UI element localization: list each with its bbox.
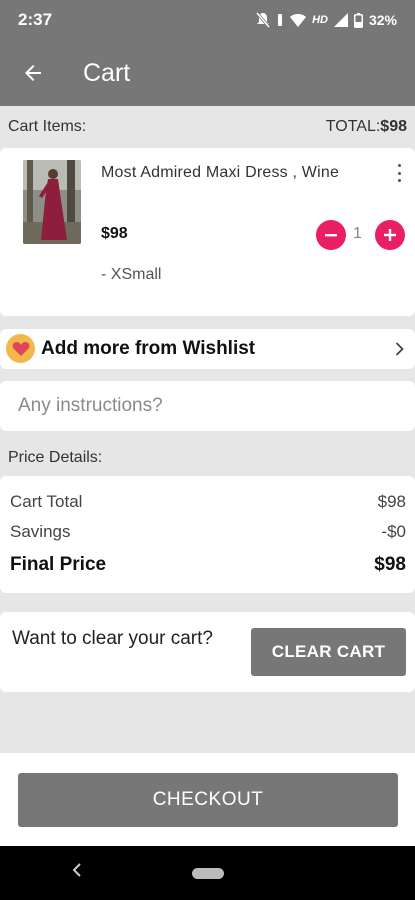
network-type: HD [312, 14, 328, 26]
heart-icon [6, 334, 35, 363]
clear-cart-prompt: Want to clear your cart? [12, 628, 213, 649]
wishlist-label: Add more from Wishlist [41, 338, 256, 359]
quantity-value: 1 [353, 225, 362, 242]
product-image[interactable] [23, 160, 81, 244]
cart-total-value: $98 [377, 492, 406, 511]
cart-total-row: Cart Total $98 [10, 492, 406, 512]
wifi-icon [290, 13, 307, 27]
savings-row: Savings -$0 [10, 522, 406, 542]
final-price-value: $98 [374, 554, 406, 575]
status-time: 2:37 [18, 10, 53, 29]
dress-photo [23, 160, 81, 244]
app-bar: Cart [0, 40, 415, 106]
chevron-right-icon [395, 342, 404, 356]
wishlist-row[interactable]: Add more from Wishlist [0, 329, 415, 369]
instructions-placeholder: Any instructions? [18, 395, 163, 416]
signal-icon [333, 13, 348, 27]
nav-back-icon[interactable] [72, 863, 82, 877]
arrow-left-icon [25, 65, 41, 81]
product-name[interactable]: Most Admired Maxi Dress , Wine [101, 164, 339, 182]
status-bar: 2:37 HD 32% [0, 0, 415, 40]
cart-items-header: Cart Items: TOTAL:$98 [0, 106, 415, 148]
clear-cart-card: Want to clear your cart? CLEAR CART [0, 612, 415, 692]
checkout-button[interactable]: CHECKOUT [18, 773, 398, 827]
battery-percent: 32% [368, 12, 397, 28]
more-options-icon[interactable] [393, 164, 405, 182]
clear-cart-button[interactable]: CLEAR CART [251, 628, 406, 676]
nav-home-pill[interactable] [192, 868, 224, 879]
product-price: $98 [101, 225, 128, 242]
cart-total-summary: TOTAL:$98 [326, 118, 407, 136]
vibrate-icon [278, 14, 283, 26]
price-details-label: Price Details: [8, 449, 103, 466]
minus-icon [325, 234, 337, 237]
decrease-quantity-button[interactable] [316, 220, 346, 250]
final-price-label: Final Price [10, 554, 107, 575]
instructions-input[interactable]: Any instructions? [0, 381, 415, 431]
savings-value: -$0 [381, 522, 406, 541]
cart-items-label: Cart Items: [8, 118, 87, 135]
checkout-bar: CHECKOUT [0, 753, 415, 846]
status-icons: HD 32% [256, 12, 397, 28]
system-nav-bar [0, 846, 415, 900]
page-title: Cart [83, 58, 131, 87]
increase-quantity-button[interactable] [375, 220, 405, 250]
total-value: $98 [380, 118, 407, 135]
mute-icon [256, 12, 271, 28]
cart-item-card: Most Admired Maxi Dress , Wine $98 1 - X… [0, 148, 415, 316]
back-button[interactable] [0, 40, 66, 106]
price-details-header: Price Details: [0, 440, 415, 476]
final-price-row: Final Price $98 [10, 554, 406, 576]
total-label: TOTAL: [325, 118, 381, 135]
plus-icon [384, 229, 396, 241]
product-variant: - XSmall [101, 266, 162, 283]
battery-icon [353, 12, 363, 28]
savings-label: Savings [10, 522, 71, 541]
cart-total-label: Cart Total [10, 492, 83, 511]
price-details-card: Cart Total $98 Savings -$0 Final Price $… [0, 476, 415, 593]
